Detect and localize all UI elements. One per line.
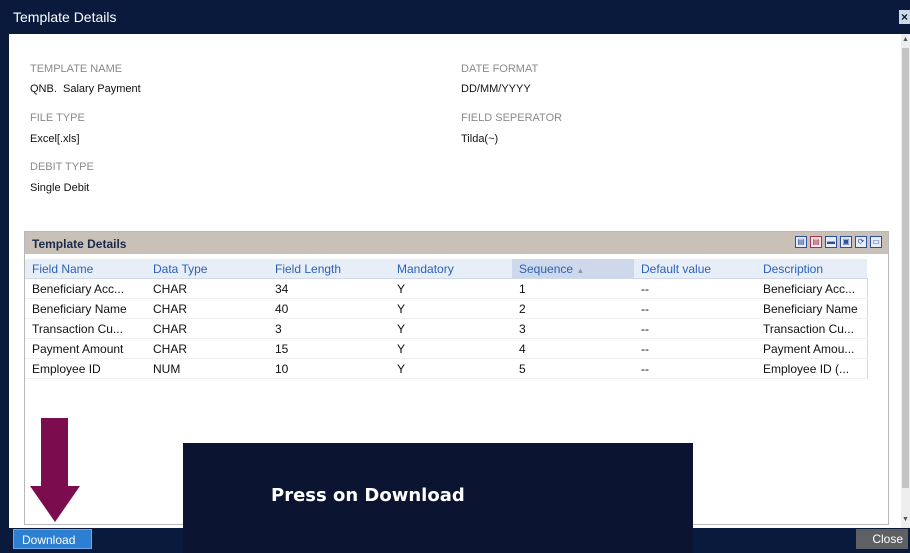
cell-data-type: CHAR bbox=[146, 318, 268, 339]
date-format-value: DD/MM/YYYY bbox=[461, 83, 531, 95]
grid-header-row: Field Name Data Type Field Length Mandat… bbox=[25, 259, 867, 279]
grid-table: Field Name Data Type Field Length Mandat… bbox=[25, 259, 868, 379]
template-name-value: QNB. Salary Payment bbox=[30, 83, 141, 95]
table-row[interactable]: Employee ID NUM 10 Y 5 -- Employee ID (.… bbox=[25, 358, 868, 379]
cell-field-name: Transaction Cu... bbox=[25, 318, 146, 339]
cell-default-value: -- bbox=[634, 278, 756, 299]
print-icon[interactable]: ▬ bbox=[825, 236, 837, 248]
cell-default-value: -- bbox=[634, 318, 756, 339]
cell-sequence: 5 bbox=[512, 358, 634, 379]
cell-field-name: Beneficiary Name bbox=[25, 298, 146, 319]
close-button[interactable]: Close bbox=[856, 529, 908, 549]
cell-description: Beneficiary Name bbox=[756, 298, 868, 319]
file-type-label: FILE TYPE bbox=[30, 112, 85, 124]
cell-sequence: 1 bbox=[512, 278, 634, 299]
cell-field-length: 3 bbox=[268, 318, 390, 339]
cell-data-type: CHAR bbox=[146, 278, 268, 299]
debit-type-label: DEBIT TYPE bbox=[30, 161, 94, 173]
export-excel-icon[interactable]: ▤ bbox=[795, 236, 807, 248]
down-arrow-icon bbox=[30, 418, 80, 522]
cell-description: Transaction Cu... bbox=[756, 318, 868, 339]
scroll-up-icon[interactable]: ▲ bbox=[902, 36, 909, 43]
template-name-label: TEMPLATE NAME bbox=[30, 63, 123, 75]
save-icon[interactable]: ▭ bbox=[870, 236, 882, 248]
cell-mandatory: Y bbox=[390, 318, 512, 339]
column-header-field-length[interactable]: Field Length bbox=[268, 259, 390, 279]
table-row[interactable]: Beneficiary Name CHAR 40 Y 2 -- Benefici… bbox=[25, 298, 868, 319]
cell-field-name: Employee ID bbox=[25, 358, 146, 379]
callout-text: Press on Download bbox=[271, 485, 465, 506]
column-header-mandatory[interactable]: Mandatory bbox=[390, 259, 512, 279]
column-header-data-type[interactable]: Data Type bbox=[146, 259, 268, 279]
cell-default-value: -- bbox=[634, 358, 756, 379]
cell-description: Payment Amou... bbox=[756, 338, 868, 359]
instruction-callout: Press on Download bbox=[183, 443, 693, 553]
column-header-sequence-label: Sequence bbox=[519, 261, 574, 276]
export-pdf-icon[interactable]: ▤ bbox=[810, 236, 822, 248]
file-type-value: Excel[.xls] bbox=[30, 133, 80, 145]
cell-default-value: -- bbox=[634, 298, 756, 319]
column-header-default-value[interactable]: Default value bbox=[634, 259, 756, 279]
cell-sequence: 4 bbox=[512, 338, 634, 359]
cell-data-type: CHAR bbox=[146, 298, 268, 319]
scroll-down-icon[interactable]: ▼ bbox=[902, 516, 909, 523]
table-row[interactable]: Transaction Cu... CHAR 3 Y 3 -- Transact… bbox=[25, 318, 868, 339]
cell-description: Beneficiary Acc... bbox=[756, 278, 868, 299]
column-header-sequence[interactable]: Sequence ▲ bbox=[512, 259, 634, 279]
cell-field-length: 15 bbox=[268, 338, 390, 359]
cell-sequence: 2 bbox=[512, 298, 634, 319]
cell-field-name: Beneficiary Acc... bbox=[25, 278, 146, 299]
cell-default-value: -- bbox=[634, 338, 756, 359]
cell-data-type: NUM bbox=[146, 358, 268, 379]
grid-title: Template Details bbox=[32, 237, 127, 251]
refresh-icon[interactable]: ⟳ bbox=[855, 236, 867, 248]
cell-data-type: CHAR bbox=[146, 338, 268, 359]
scrollbar-thumb[interactable] bbox=[902, 48, 909, 488]
cell-field-length: 40 bbox=[268, 298, 390, 319]
debit-type-value: Single Debit bbox=[30, 182, 90, 194]
column-header-field-name[interactable]: Field Name bbox=[25, 259, 146, 279]
cell-field-length: 34 bbox=[268, 278, 390, 299]
cell-mandatory: Y bbox=[390, 358, 512, 379]
field-separator-label: FIELD SEPERATOR bbox=[461, 112, 563, 124]
vertical-scrollbar[interactable]: ▲ ▼ bbox=[901, 34, 910, 528]
download-button[interactable]: Download bbox=[13, 529, 92, 549]
print-preview-icon[interactable]: ▣ bbox=[840, 236, 852, 248]
table-row[interactable]: Beneficiary Acc... CHAR 34 Y 1 -- Benefi… bbox=[25, 278, 868, 299]
field-separator-value: Tilda(~) bbox=[461, 133, 499, 145]
grid-header-bar: Template Details ▤ ▤ ▬ ▣ ⟳ ▭ bbox=[25, 232, 888, 254]
dialog-title: Template Details bbox=[13, 9, 117, 25]
cell-field-length: 10 bbox=[268, 358, 390, 379]
close-icon[interactable]: × bbox=[899, 10, 910, 24]
cell-field-name: Payment Amount bbox=[25, 338, 146, 359]
dialog-titlebar: Template Details × bbox=[0, 0, 910, 34]
date-format-label: DATE FORMAT bbox=[461, 63, 539, 75]
cell-description: Employee ID (... bbox=[756, 358, 868, 379]
cell-mandatory: Y bbox=[390, 338, 512, 359]
cell-mandatory: Y bbox=[390, 278, 512, 299]
grid-toolbar: ▤ ▤ ▬ ▣ ⟳ ▭ bbox=[795, 236, 882, 248]
column-header-description[interactable]: Description bbox=[756, 259, 867, 279]
left-border bbox=[0, 34, 9, 528]
table-row[interactable]: Payment Amount CHAR 15 Y 4 -- Payment Am… bbox=[25, 338, 868, 359]
sort-ascending-icon: ▲ bbox=[576, 265, 585, 275]
cell-mandatory: Y bbox=[390, 298, 512, 319]
cell-sequence: 3 bbox=[512, 318, 634, 339]
